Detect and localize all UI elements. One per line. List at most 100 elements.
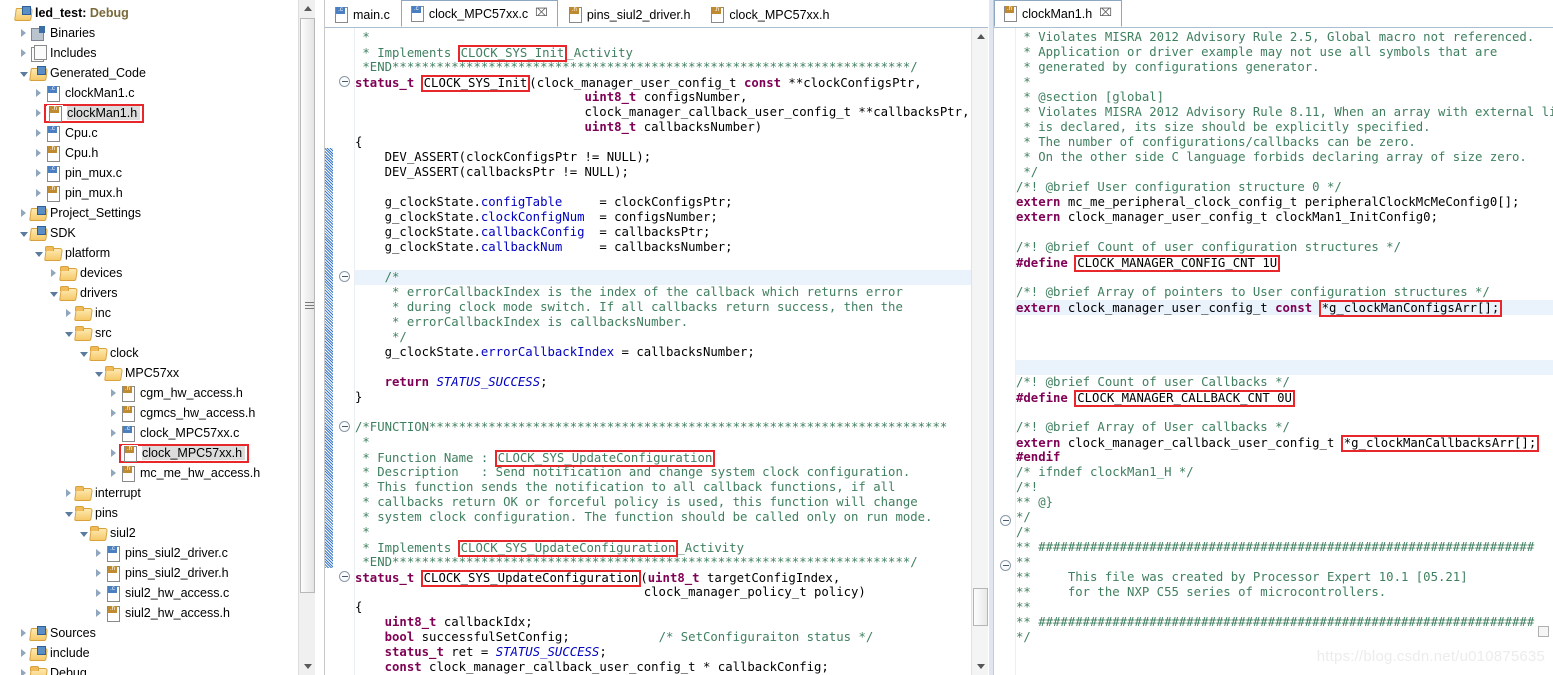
center-code-viewport[interactable]: * * Implements CLOCK_SYS_Init _Activity *… [325,28,988,675]
tree-twisty-collapsed-icon[interactable] [107,403,120,423]
tree-twisty-collapsed-icon[interactable] [107,423,120,443]
right-code-viewport[interactable]: * Violates MISRA 2012 Advisory Rule 2.5,… [994,28,1553,675]
tree-item-include[interactable]: include [0,643,296,663]
scroll-down-arrow-icon[interactable] [299,658,316,675]
tree-twisty-collapsed-icon[interactable] [92,583,105,603]
tree-twisty-collapsed-icon[interactable] [17,663,30,675]
right-editor-tabbar[interactable]: clockMan1.h ⌧ [994,0,1553,28]
tree-twisty-collapsed-icon[interactable] [32,83,45,103]
tree-item-devices[interactable]: devices [0,263,296,283]
tree-item-sources[interactable]: Sources [0,623,296,643]
tree-twisty-collapsed-icon[interactable] [17,23,30,43]
explorer-scrollbar-thumb[interactable] [300,18,315,593]
tree-item-siul2-hw-access-h[interactable]: siul2_hw_access.h [0,603,296,623]
tree-item-drivers[interactable]: drivers [0,283,296,303]
fold-collapse-icon[interactable] [339,76,350,87]
tree-item-project-settings[interactable]: Project_Settings [0,203,296,223]
tree-item-mc-me-hw-access-h[interactable]: mc_me_hw_access.h [0,463,296,483]
tree-twisty-expanded-icon[interactable] [62,503,75,523]
tree-twisty-collapsed-icon[interactable] [107,463,120,483]
tree-item-cgm-hw-access-h[interactable]: cgm_hw_access.h [0,383,296,403]
tree-item-clock-mpc57xx-c[interactable]: clock_MPC57xx.c [0,423,296,443]
fold-collapse-icon[interactable] [1000,560,1011,571]
tree-twisty-expanded-icon[interactable] [47,283,60,303]
tree-item-clockman1-h[interactable]: clockMan1.h [0,103,296,123]
tree-twisty-collapsed-icon[interactable] [32,183,45,203]
tree-item-siul2[interactable]: siul2 [0,523,296,543]
folder-icon [75,325,91,341]
tree-item-root-project[interactable]: led_test: Debug [0,3,296,23]
tree-item-siul2-hw-access-c[interactable]: siul2_hw_access.c [0,583,296,603]
close-icon[interactable]: ⌧ [535,8,548,19]
tree-item-inc[interactable]: inc [0,303,296,323]
tree-twisty-collapsed-icon[interactable] [17,43,30,63]
tree-twisty-collapsed-icon[interactable] [107,383,120,403]
tree-item-pins-siul2-driver-h[interactable]: pins_siul2_driver.h [0,563,296,583]
tree-twisty-collapsed-icon[interactable] [17,203,30,223]
tree-item-pins-siul2-driver-c[interactable]: pins_siul2_driver.c [0,543,296,563]
tree-twisty-collapsed-icon[interactable] [62,483,75,503]
tree-item-pin-mux-c[interactable]: pin_mux.c [0,163,296,183]
editor-tab-main-c[interactable]: main.c [325,1,400,27]
right-folding-margin[interactable] [994,28,1016,675]
fold-collapse-icon[interactable] [339,571,350,582]
center-code-text[interactable]: * * Implements CLOCK_SYS_Init _Activity *… [355,28,971,675]
tree-twisty-collapsed-icon[interactable] [92,603,105,623]
project-tree[interactable]: led_test: Debug Binaries Includes Generate… [0,0,296,675]
tree-twisty-collapsed-icon[interactable] [32,123,45,143]
scroll-up-arrow-icon[interactable] [972,28,988,45]
right-code-text[interactable]: * Violates MISRA 2012 Advisory Rule 2.5,… [1016,28,1553,675]
tree-twisty-collapsed-icon[interactable] [17,623,30,643]
tree-item-clockman1-c[interactable]: clockMan1.c [0,83,296,103]
tree-twisty-collapsed-icon[interactable] [92,563,105,583]
tree-twisty-collapsed-icon[interactable] [62,303,75,323]
explorer-scrollbar[interactable] [298,0,316,675]
tree-item-pin-mux-h[interactable]: pin_mux.h [0,183,296,203]
tree-twisty-expanded-icon[interactable] [77,523,90,543]
tree-item-interrupt[interactable]: interrupt [0,483,296,503]
scroll-up-arrow-icon[interactable] [299,0,316,17]
tree-item-clock-mpc57xx-h[interactable]: clock_MPC57xx.h [0,443,296,463]
tree-item-clock[interactable]: clock [0,343,296,363]
tree-twisty-expanded-icon[interactable] [32,243,45,263]
tree-item-debug[interactable]: Debug [0,663,296,675]
tree-item-cpu-h[interactable]: Cpu.h [0,143,296,163]
tree-twisty-collapsed-icon[interactable] [47,263,60,283]
center-editor-tabbar[interactable]: main.c clock_MPC57xx.c ⌧ pins_siul2_driver.… [325,0,988,28]
tree-twisty-expanded-icon[interactable] [17,63,30,83]
tree-twisty-collapsed-icon[interactable] [32,163,45,183]
tree-item-platform[interactable]: platform [0,243,296,263]
fold-collapse-icon[interactable] [1000,515,1011,526]
fold-collapse-icon[interactable] [339,271,350,282]
tree-twisty-expanded-icon[interactable] [62,323,75,343]
tree-twisty-expanded-icon[interactable] [92,363,105,383]
code-line: /*! [1016,480,1039,494]
tree-item-mpc57xx[interactable]: MPC57xx [0,363,296,383]
tree-item-cgmcs-hw-access-h[interactable]: cgmcs_hw_access.h [0,403,296,423]
center-vertical-scrollbar[interactable] [971,28,988,675]
tree-item-pins[interactable]: pins [0,503,296,523]
editor-tab-pins-siul2-driver-h[interactable]: pins_siul2_driver.h [558,1,701,27]
editor-tab-clockman1-h[interactable]: clockMan1.h ⌧ [994,0,1122,27]
tree-item-generated-code[interactable]: Generated_Code [0,63,296,83]
tree-item-sdk[interactable]: SDK [0,223,296,243]
editor-tab-clock-mpc57xx-h[interactable]: clock_MPC57xx.h [701,1,840,27]
editor-tab-clock-mpc57xx-c[interactable]: clock_MPC57xx.c ⌧ [400,0,558,27]
center-scrollbar-thumb[interactable] [973,588,988,626]
tree-item-includes[interactable]: Includes [0,43,296,63]
tree-twisty-collapsed-icon[interactable] [32,143,45,163]
fold-collapse-icon[interactable] [339,421,350,432]
tree-item-src[interactable]: src [0,323,296,343]
scroll-down-arrow-icon[interactable] [972,658,988,675]
tree-twisty-collapsed-icon[interactable] [92,543,105,563]
close-icon[interactable]: ⌧ [1099,8,1112,19]
center-folding-margin[interactable] [333,28,355,675]
tree-twisty[interactable] [2,3,15,23]
tree-item-binaries[interactable]: Binaries [0,23,296,43]
tree-twisty-expanded-icon[interactable] [17,223,30,243]
tree-item-cpu-c[interactable]: Cpu.c [0,123,296,143]
code-line: status_t CLOCK_SYS_UpdateConfiguration (u… [355,570,841,587]
tree-twisty-expanded-icon[interactable] [77,343,90,363]
tree-twisty-collapsed-icon[interactable] [17,643,30,663]
tree-item-content: devices [60,265,125,281]
